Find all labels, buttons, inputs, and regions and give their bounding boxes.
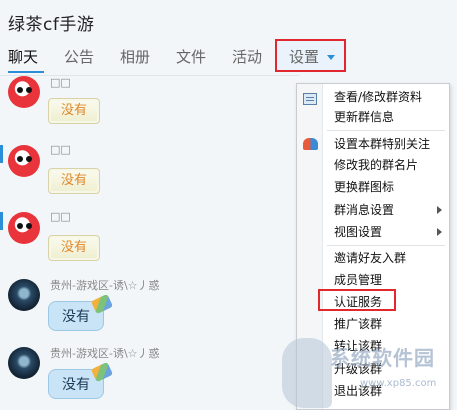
heart-icon [303, 138, 318, 150]
tab-files[interactable]: 文件 [176, 46, 206, 67]
unread-indicator [0, 145, 3, 163]
menu-icon-gutter [297, 84, 323, 409]
submenu-arrow-icon [437, 228, 442, 236]
menu-item-message-settings[interactable]: 群消息设置 [334, 201, 394, 219]
settings-dropdown-menu: 查看/修改群资料 更新群信息 设置本群特别关注 修改我的群名片 更换群图标 群消… [296, 83, 450, 410]
tab-settings-label: 设置 [289, 48, 320, 66]
menu-item-change-group-icon[interactable]: 更换群图标 [334, 178, 394, 196]
menu-item-special-attention[interactable]: 设置本群特别关注 [334, 135, 430, 153]
tab-chat[interactable]: 聊天 [8, 46, 38, 67]
message-sender: 贵州-游戏区-诱\☆丿惑 [50, 279, 160, 292]
message-sender: □□ [50, 76, 71, 89]
group-title: 绿茶cf手游 [8, 15, 95, 35]
menu-item-promote-group[interactable]: 推广该群 [334, 315, 382, 333]
menu-item-invite-friends[interactable]: 邀请好友入群 [334, 249, 406, 267]
message-sender: □□ [50, 143, 71, 156]
message-sender: 贵州-游戏区-诱\☆丿惑 [50, 347, 160, 360]
message-bubble: 没有 [48, 235, 100, 261]
menu-item-edit-group-card[interactable]: 修改我的群名片 [334, 156, 418, 174]
tab-bar: 聊天 公告 相册 文件 活动 [0, 44, 457, 74]
red-bird-avatar[interactable] [8, 76, 40, 108]
submenu-arrow-icon [437, 206, 442, 214]
highlight-box [318, 289, 396, 311]
menu-separator [327, 245, 445, 246]
dark-avatar[interactable] [8, 347, 40, 379]
menu-item-update-group-info[interactable]: 更新群信息 [334, 108, 394, 126]
menu-item-quit-group[interactable]: 退出该群 [334, 382, 382, 400]
dark-avatar[interactable] [8, 279, 40, 311]
dropdown-caret-icon [327, 55, 335, 60]
message-bubble: 没有 [48, 168, 100, 194]
tab-activities[interactable]: 活动 [232, 46, 262, 67]
menu-item-view-settings[interactable]: 视图设置 [334, 223, 382, 241]
message-sender: □□ [50, 210, 71, 223]
tab-album[interactable]: 相册 [120, 46, 150, 67]
menu-item-transfer-group[interactable]: 转让该群 [334, 337, 382, 355]
message-bubble: 没有 [48, 98, 100, 124]
menu-item-upgrade-group[interactable]: 升级该群 [334, 360, 382, 378]
red-bird-avatar[interactable] [8, 212, 40, 244]
menu-item-member-management[interactable]: 成员管理 [334, 271, 382, 289]
tab-divider [0, 75, 300, 76]
tab-announcements[interactable]: 公告 [64, 46, 94, 67]
unread-indicator [0, 212, 3, 230]
active-tab-indicator [8, 71, 44, 73]
document-icon [303, 93, 317, 105]
tab-settings[interactable]: 设置 [275, 39, 346, 72]
red-bird-avatar[interactable] [8, 145, 40, 177]
menu-separator [327, 130, 445, 131]
menu-item-view-edit-group-info[interactable]: 查看/修改群资料 [334, 88, 422, 106]
